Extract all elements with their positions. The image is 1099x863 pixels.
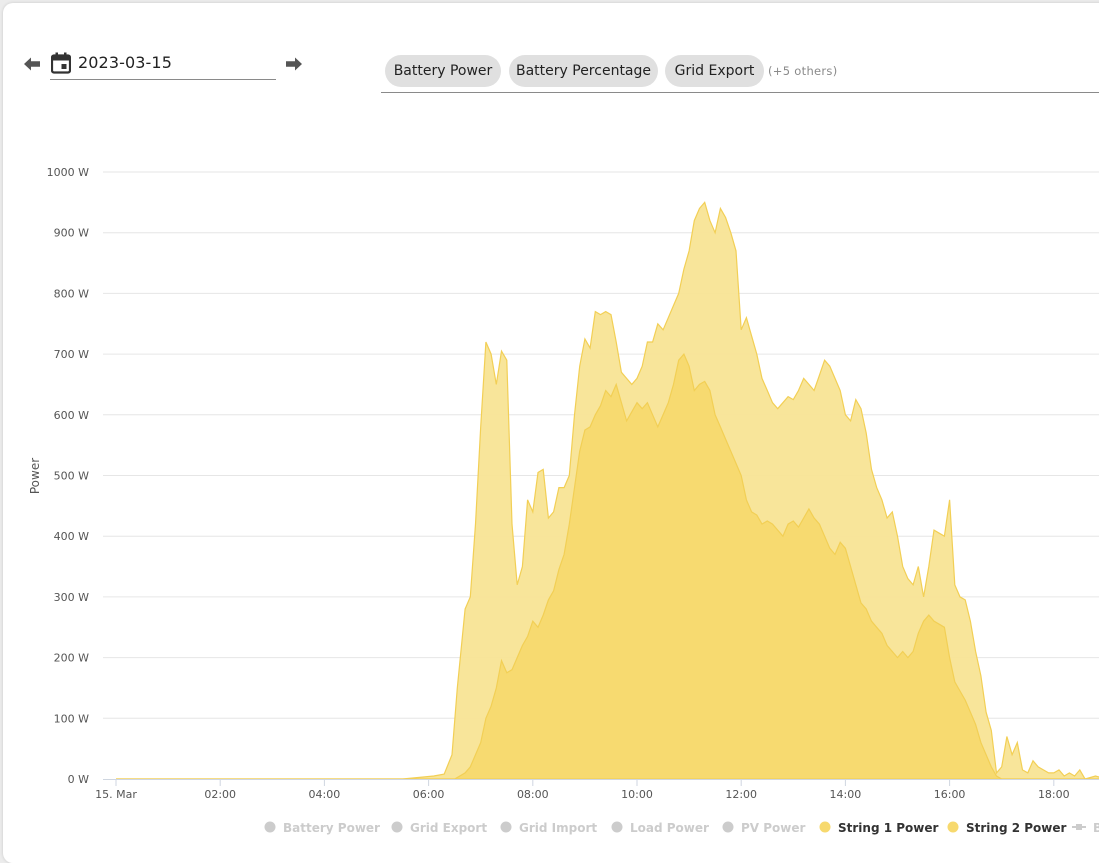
legend-item[interactable]: Load Power [612,821,710,835]
x-tick-label: 18:00 [1038,788,1070,801]
legend-symbol [1076,824,1082,830]
legend-item[interactable]: Battery Power [265,821,381,835]
legend-symbol [612,822,623,833]
legend-symbol [820,822,831,833]
legend-item[interactable]: PV Power [723,821,806,835]
legend-symbol [392,822,403,833]
legend-item[interactable]: B [1072,821,1099,835]
legend-symbol [265,822,276,833]
y-tick-label: 200 W [54,652,89,665]
x-tick-label: 16:00 [934,788,966,801]
x-tick-label: 06:00 [413,788,445,801]
legend-label: String 2 Power [966,821,1067,835]
legend-label: Grid Export [410,821,487,835]
y-tick-label: 300 W [54,591,89,604]
power-chart: 0 W 100 W 200 W 300 W 400 W 500 W 600 W 700 W 80… [0,0,1099,849]
legend-label: B [1093,821,1099,835]
plot-areas [116,202,1099,779]
legend: Battery Power Grid Export Grid Import Load … [265,821,1099,835]
y-axis-title: Power [28,458,42,494]
y-tick-label: 900 W [54,227,89,240]
x-tick-label: 02:00 [204,788,236,801]
x-tick-label: 10:00 [621,788,653,801]
legend-label: Grid Import [519,821,597,835]
x-tick-label: 08:00 [517,788,549,801]
y-tick-label: 400 W [54,530,89,543]
y-tick-label: 1000 W [47,166,89,179]
legend-item[interactable]: Grid Import [501,821,598,835]
y-tick-label: 700 W [54,348,89,361]
x-tick-label: 12:00 [725,788,757,801]
y-tick-label: 0 W [68,773,89,786]
x-tick-label: 04:00 [309,788,341,801]
legend-label: Battery Power [283,821,380,835]
legend-item[interactable]: String 2 Power [948,821,1067,835]
legend-label: PV Power [741,821,806,835]
y-tick-label: 100 W [54,712,89,725]
y-tick-label: 500 W [54,470,89,483]
legend-item[interactable]: String 1 Power [820,821,939,835]
legend-item[interactable]: Grid Export [392,821,488,835]
x-tick-label: 14:00 [830,788,862,801]
legend-symbol [723,822,734,833]
legend-symbol [948,822,959,833]
legend-label: String 1 Power [838,821,939,835]
y-tick-label: 800 W [54,287,89,300]
x-tick-label: 15. Mar [95,788,137,801]
y-tick-label: 600 W [54,409,89,422]
legend-symbol [501,822,512,833]
legend-label: Load Power [630,821,709,835]
